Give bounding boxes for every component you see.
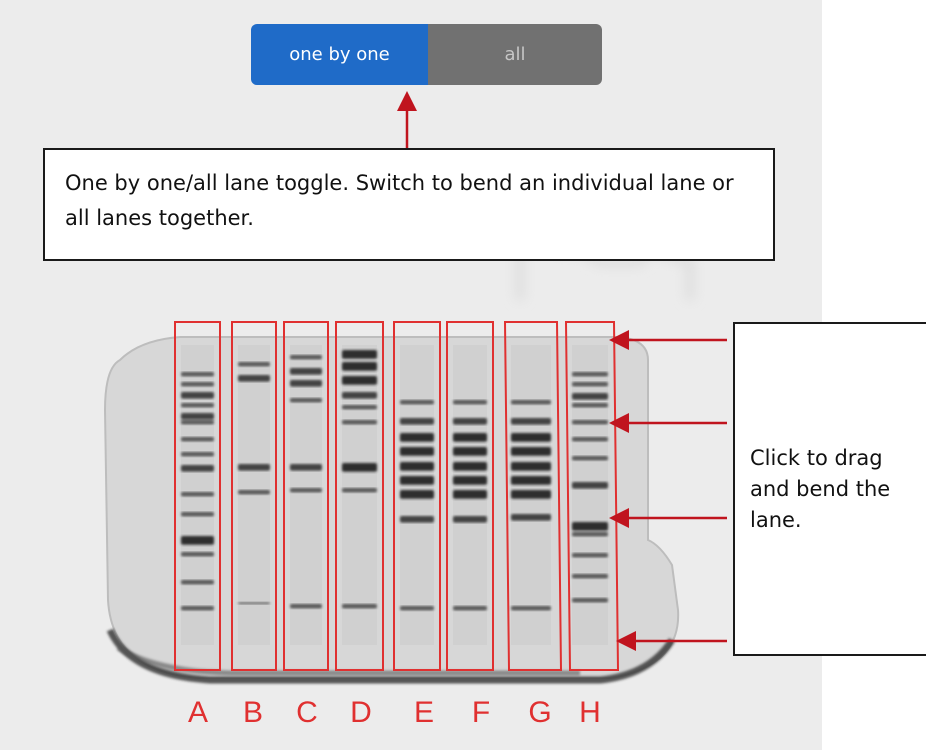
gel-band: [342, 405, 377, 410]
gel-band: [572, 482, 608, 489]
gel-band: [342, 488, 377, 493]
gel-band: [290, 464, 322, 471]
gel-band: [511, 447, 551, 456]
gel-band: [181, 403, 214, 408]
lane-label-d: D: [350, 696, 372, 729]
gel-band: [238, 464, 270, 471]
gel-band: [511, 606, 551, 611]
gel-band: [290, 604, 322, 609]
lane-smear: [238, 345, 270, 645]
gel-band: [572, 393, 608, 400]
lane-label-g: G: [528, 696, 551, 729]
all-label: all: [504, 44, 526, 65]
gel-band: [400, 516, 434, 523]
gel-band: [181, 437, 214, 442]
gel-band: [453, 516, 487, 523]
gel-band: [342, 420, 377, 425]
gel-band: [453, 447, 487, 456]
gel-band: [181, 536, 214, 545]
gel-band: [290, 368, 322, 375]
all-toggle-button[interactable]: all: [428, 24, 602, 85]
lane-label-f: F: [472, 696, 490, 729]
gel-band: [181, 420, 214, 425]
gel-band: [572, 574, 608, 579]
gel-band: [181, 580, 214, 585]
gel-band: [511, 514, 551, 521]
gel-band: [572, 553, 608, 558]
gel-band: [453, 462, 487, 471]
gel-band: [511, 433, 551, 442]
gel-band: [181, 413, 214, 420]
gel-band: [290, 355, 322, 360]
gel-band: [511, 490, 551, 499]
gel-band: [342, 350, 377, 359]
lane-smear: [342, 345, 377, 645]
gel-band: [342, 376, 377, 385]
toggle-callout: One by one/all lane toggle. Switch to be…: [43, 148, 775, 261]
gel-band: [453, 476, 487, 485]
gel-band: [238, 490, 270, 495]
gel-band: [181, 392, 214, 399]
gel-band: [181, 492, 214, 497]
gel-band: [400, 400, 434, 405]
drag-callout-text: Click to drag and bend the lane.: [750, 445, 891, 532]
gel-band: [511, 400, 551, 405]
one-by-one-label: one by one: [289, 44, 390, 65]
one-by-one-toggle-button[interactable]: one by one: [251, 24, 428, 85]
gel-band: [181, 465, 214, 472]
gel-band: [181, 552, 214, 557]
gel-band: [572, 382, 608, 387]
gel-band: [400, 606, 434, 611]
gel-band: [342, 463, 377, 472]
gel-band: [572, 403, 608, 408]
gel-band: [181, 382, 214, 387]
gel-band: [238, 362, 270, 367]
gel-band: [453, 433, 487, 442]
gel-band: [511, 476, 551, 485]
drag-callout: Click to drag and bend the lane.: [733, 322, 926, 656]
gel-band: [453, 418, 487, 425]
gel-band: [400, 418, 434, 425]
lane-label-a: A: [188, 696, 208, 729]
toggle-callout-text: One by one/all lane toggle. Switch to be…: [65, 171, 734, 230]
gel-band: [290, 398, 322, 403]
gel-band: [572, 437, 608, 442]
gel-band: [342, 362, 377, 371]
lane-label-e: E: [414, 696, 434, 729]
gel-band: [181, 512, 214, 517]
gel-band: [511, 462, 551, 471]
gel-band: [572, 598, 608, 603]
gel-band: [238, 375, 270, 382]
gel-band: [342, 604, 377, 609]
gel-band: [572, 420, 608, 425]
gel-band: [181, 606, 214, 611]
gel-band: [400, 490, 434, 499]
lane-label-c: C: [296, 696, 318, 729]
gel-band: [572, 372, 608, 377]
lane-smear: [290, 345, 322, 645]
gel-band: [400, 476, 434, 485]
gel-band: [400, 447, 434, 456]
gel-band: [453, 490, 487, 499]
gel-band: [290, 488, 322, 493]
gel-band: [290, 380, 322, 387]
gel-band: [400, 462, 434, 471]
gel-band: [453, 400, 487, 405]
gel-band: [181, 372, 214, 377]
gel-band: [238, 602, 270, 605]
lane-label-h: H: [579, 696, 601, 729]
gel-band: [572, 522, 608, 531]
gel-band: [572, 456, 608, 461]
gel-band: [453, 606, 487, 611]
gel-band: [181, 452, 214, 457]
gel-band: [342, 392, 377, 399]
gel-band: [511, 418, 551, 425]
gel-band: [572, 532, 608, 537]
lane-label-b: B: [243, 696, 263, 729]
gel-band: [400, 433, 434, 442]
